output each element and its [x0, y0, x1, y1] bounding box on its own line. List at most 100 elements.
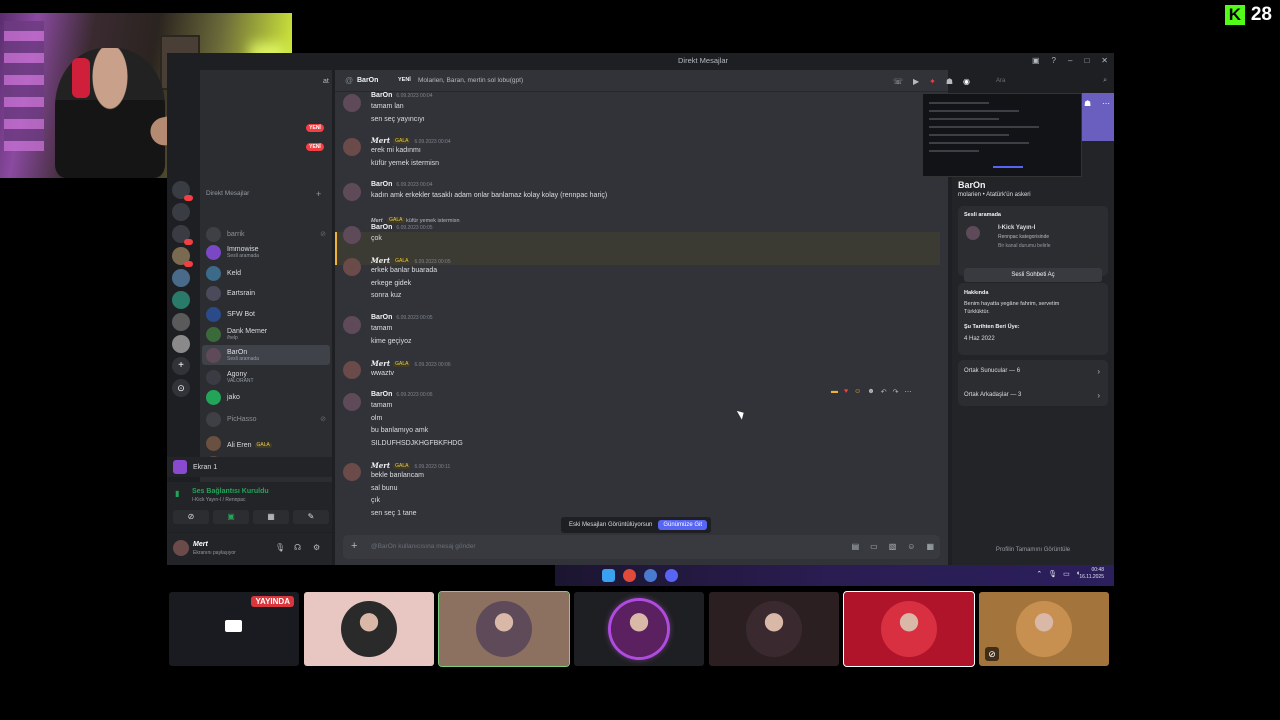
dm-item[interactable]: PicHasso ⊘: [202, 409, 330, 429]
participant-tile[interactable]: [304, 592, 434, 666]
activities-button[interactable]: ▦: [253, 510, 289, 524]
close-dm-icon[interactable]: ⊘: [320, 415, 326, 423]
screen-share-bar[interactable]: Ekran 1: [167, 457, 332, 477]
server-icon[interactable]: [172, 181, 193, 201]
discord-icon[interactable]: [665, 569, 678, 582]
voice-card-channel[interactable]: I-Kick Yayın-I: [998, 225, 1035, 231]
soundboard-button[interactable]: ✎: [293, 510, 329, 524]
message-avatar[interactable]: [343, 361, 361, 379]
tray-chevron-icon[interactable]: ⌃: [1036, 570, 1042, 578]
pinned-icon[interactable]: ✦: [929, 77, 936, 86]
add-server-icon[interactable]: +: [172, 357, 190, 375]
participant-tile[interactable]: [438, 591, 570, 667]
mutual-servers-row[interactable]: Ortak Sunucular — 6 ›: [964, 367, 1100, 376]
add-friends-icon[interactable]: ☗: [946, 77, 953, 86]
chrome-icon[interactable]: [623, 569, 636, 582]
discover-icon[interactable]: ⊙: [172, 379, 190, 397]
participant-tile[interactable]: [574, 592, 704, 666]
message-avatar[interactable]: [343, 94, 361, 112]
message-author[interactable]: BarOn: [371, 92, 392, 99]
mutual-friends-row[interactable]: Ortak Arkadaşlar — 3 ›: [964, 391, 1100, 400]
message-author[interactable]: Mert: [371, 359, 390, 368]
screen-share-button[interactable]: ▣: [213, 510, 249, 524]
dm-item[interactable]: Keld: [202, 263, 330, 283]
app-icon[interactable]: [644, 569, 657, 582]
gift-icon[interactable]: ▤: [852, 542, 860, 551]
more-icon[interactable]: ⋯: [904, 388, 911, 396]
dm-item[interactable]: Eartsrain: [202, 283, 330, 303]
maximize-icon[interactable]: □: [1084, 56, 1089, 65]
new-dm-icon[interactable]: +: [316, 189, 321, 199]
tray-network-icon[interactable]: ▭: [1063, 570, 1070, 578]
server-icon[interactable]: [172, 313, 190, 331]
message-avatar[interactable]: [343, 226, 361, 244]
server-icon[interactable]: [172, 269, 190, 287]
help-icon[interactable]: ?: [1052, 56, 1056, 65]
dm-item[interactable]: Agony VALORANT: [202, 367, 330, 387]
participant-tile[interactable]: YAYINDA: [169, 592, 299, 666]
settings-gear-icon[interactable]: ⚙: [313, 543, 320, 552]
forward-icon[interactable]: ↷: [893, 388, 899, 396]
minimize-icon[interactable]: –: [1068, 56, 1072, 65]
jump-to-present-button[interactable]: Günümüze Git: [658, 520, 708, 530]
dm-item[interactable]: Ali Eren GALA: [202, 433, 330, 453]
participant-tile[interactable]: [843, 591, 975, 667]
sticker-icon[interactable]: ▧: [889, 542, 897, 551]
dm-item[interactable]: jako: [202, 387, 330, 407]
dm-item[interactable]: Dank Memer/help: [202, 324, 330, 344]
voice-call-icon[interactable]: ☏: [893, 77, 903, 86]
user-avatar[interactable]: [173, 540, 189, 556]
message-avatar[interactable]: [343, 258, 361, 276]
video-call-icon[interactable]: ▶: [913, 77, 919, 86]
inbox-icon[interactable]: ▣: [1032, 56, 1040, 65]
server-icon[interactable]: [172, 335, 190, 353]
user-profile-icon[interactable]: ◉: [963, 77, 970, 86]
apps-icon[interactable]: ▦: [926, 542, 934, 551]
message-author[interactable]: BarOn: [371, 181, 392, 188]
message-avatar[interactable]: [343, 393, 361, 411]
message-composer[interactable]: + @BarOn kullanıcısına mesaj gönder ▤ ▭ …: [343, 535, 940, 559]
taskbar-clock[interactable]: 00:48 16.11.2025: [1079, 567, 1104, 581]
voice-channel[interactable]: I-Kick Yayın-I / Rennpac: [192, 497, 245, 503]
open-voice-chat-button[interactable]: Sesli Sohbeti Aç: [964, 268, 1102, 282]
participant-tile[interactable]: ⊘: [979, 592, 1109, 666]
server-icon[interactable]: [172, 247, 193, 267]
close-icon[interactable]: ✕: [1101, 56, 1108, 65]
voice-status[interactable]: Ses Bağlantısı Kuruldu: [192, 488, 269, 495]
message-avatar[interactable]: [343, 463, 361, 481]
message-author[interactable]: BarOn: [371, 314, 392, 321]
message-avatar[interactable]: [343, 183, 361, 201]
close-dm-icon[interactable]: ⊘: [320, 230, 326, 238]
server-icon[interactable]: [172, 225, 193, 245]
server-icon[interactable]: [172, 203, 190, 221]
message-avatar[interactable]: [343, 138, 361, 156]
message-avatar[interactable]: [343, 316, 361, 334]
reaction-heart-icon[interactable]: ♥: [844, 388, 848, 396]
reaction-emoji-icon[interactable]: ☺: [854, 388, 861, 396]
dm-item[interactable]: BarOn Sesli aramada: [202, 345, 330, 365]
message-author[interactable]: Mert: [371, 136, 390, 145]
view-full-profile-link[interactable]: Profilin Tamamını Görüntüle: [952, 547, 1114, 553]
mic-icon[interactable]: 🎙︎: [275, 543, 285, 552]
message-author[interactable]: BarOn: [371, 224, 392, 231]
attach-plus-icon[interactable]: +: [351, 540, 357, 552]
server-icon[interactable]: [172, 291, 190, 309]
dm-item[interactable]: Immowise Sesli aramada: [202, 242, 330, 262]
headphones-icon[interactable]: ☊: [294, 543, 301, 552]
voice-card-note[interactable]: Bir kanal durumu belirle: [998, 243, 1051, 249]
add-reaction-icon[interactable]: ☻: [867, 388, 874, 396]
message-author[interactable]: BarOn: [371, 391, 392, 398]
message-author[interactable]: Mert: [371, 256, 390, 265]
reply-preview[interactable]: Mert GALA küfür yemek istermisn: [371, 217, 460, 224]
gif-icon[interactable]: ▭: [870, 542, 878, 551]
search-input[interactable]: Ara ⌕: [992, 75, 1111, 89]
windows-start-icon[interactable]: [602, 569, 615, 582]
dm-item[interactable]: SFW Bot: [202, 304, 330, 324]
emoji-icon[interactable]: ☺: [907, 542, 915, 551]
stream-preview-thumbnail[interactable]: [922, 93, 1082, 177]
reaction-flag-icon[interactable]: ▬: [831, 388, 838, 396]
tray-mic-icon[interactable]: 🎙︎: [1048, 570, 1057, 578]
reply-icon[interactable]: ↶: [881, 388, 887, 396]
participant-tile[interactable]: [709, 592, 839, 666]
camera-off-button[interactable]: ⊘: [173, 510, 209, 524]
